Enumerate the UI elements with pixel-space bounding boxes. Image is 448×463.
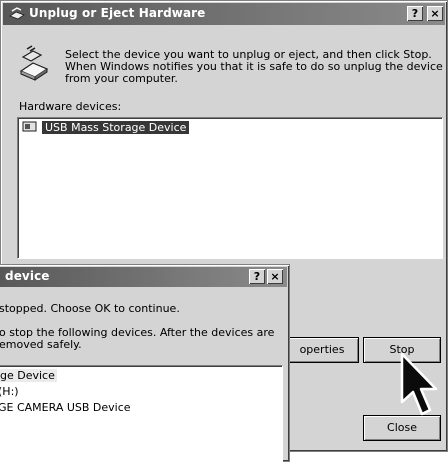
stop-dialog-title: device: [5, 269, 50, 283]
main-title: Unplug or Eject Hardware: [29, 6, 206, 20]
device-list-item[interactable]: USB Mass Storage Device: [22, 120, 190, 136]
stop-hardware-device-dialog: device ? × stopped. Choose OK to continu…: [0, 264, 290, 463]
stop-dialog-title-bar[interactable]: device ? ×: [0, 267, 287, 287]
hardware-devices-label: Hardware devices:: [19, 100, 122, 113]
stop-device-list[interactable]: ge Device (H:) GE CAMERA USB Device: [0, 365, 283, 463]
mouse-pointer-icon: [400, 352, 438, 416]
stop-dialog-close-x-button[interactable]: ×: [267, 269, 283, 284]
help-button[interactable]: ?: [407, 6, 423, 21]
hardware-device-list[interactable]: USB Mass Storage Device: [17, 117, 443, 259]
device-name: GE CAMERA USB Device: [0, 401, 131, 414]
hardware-icon: [9, 7, 25, 20]
instruction-text: Select the device you want to unplug or …: [65, 48, 443, 85]
list-item[interactable]: GE CAMERA USB Device: [0, 400, 131, 416]
unplug-device-icon: [19, 45, 49, 81]
stop-dialog-help-button[interactable]: ?: [249, 269, 265, 284]
device-name: USB Mass Storage Device: [42, 121, 190, 134]
properties-button[interactable]: operties: [285, 337, 359, 363]
drive-name: (H:): [0, 385, 19, 398]
main-title-bar[interactable]: Unplug or Eject Hardware ? ×: [3, 3, 445, 25]
list-item[interactable]: ge Device: [0, 368, 57, 384]
stop-dialog-line1: stopped. Choose OK to continue.: [0, 302, 180, 315]
close-x-button[interactable]: ×: [427, 6, 443, 21]
device-name: ge Device: [0, 369, 57, 382]
usb-device-icon: [22, 121, 37, 132]
list-item[interactable]: (H:): [0, 384, 19, 400]
stop-dialog-line3: emoved safely.: [0, 338, 82, 351]
